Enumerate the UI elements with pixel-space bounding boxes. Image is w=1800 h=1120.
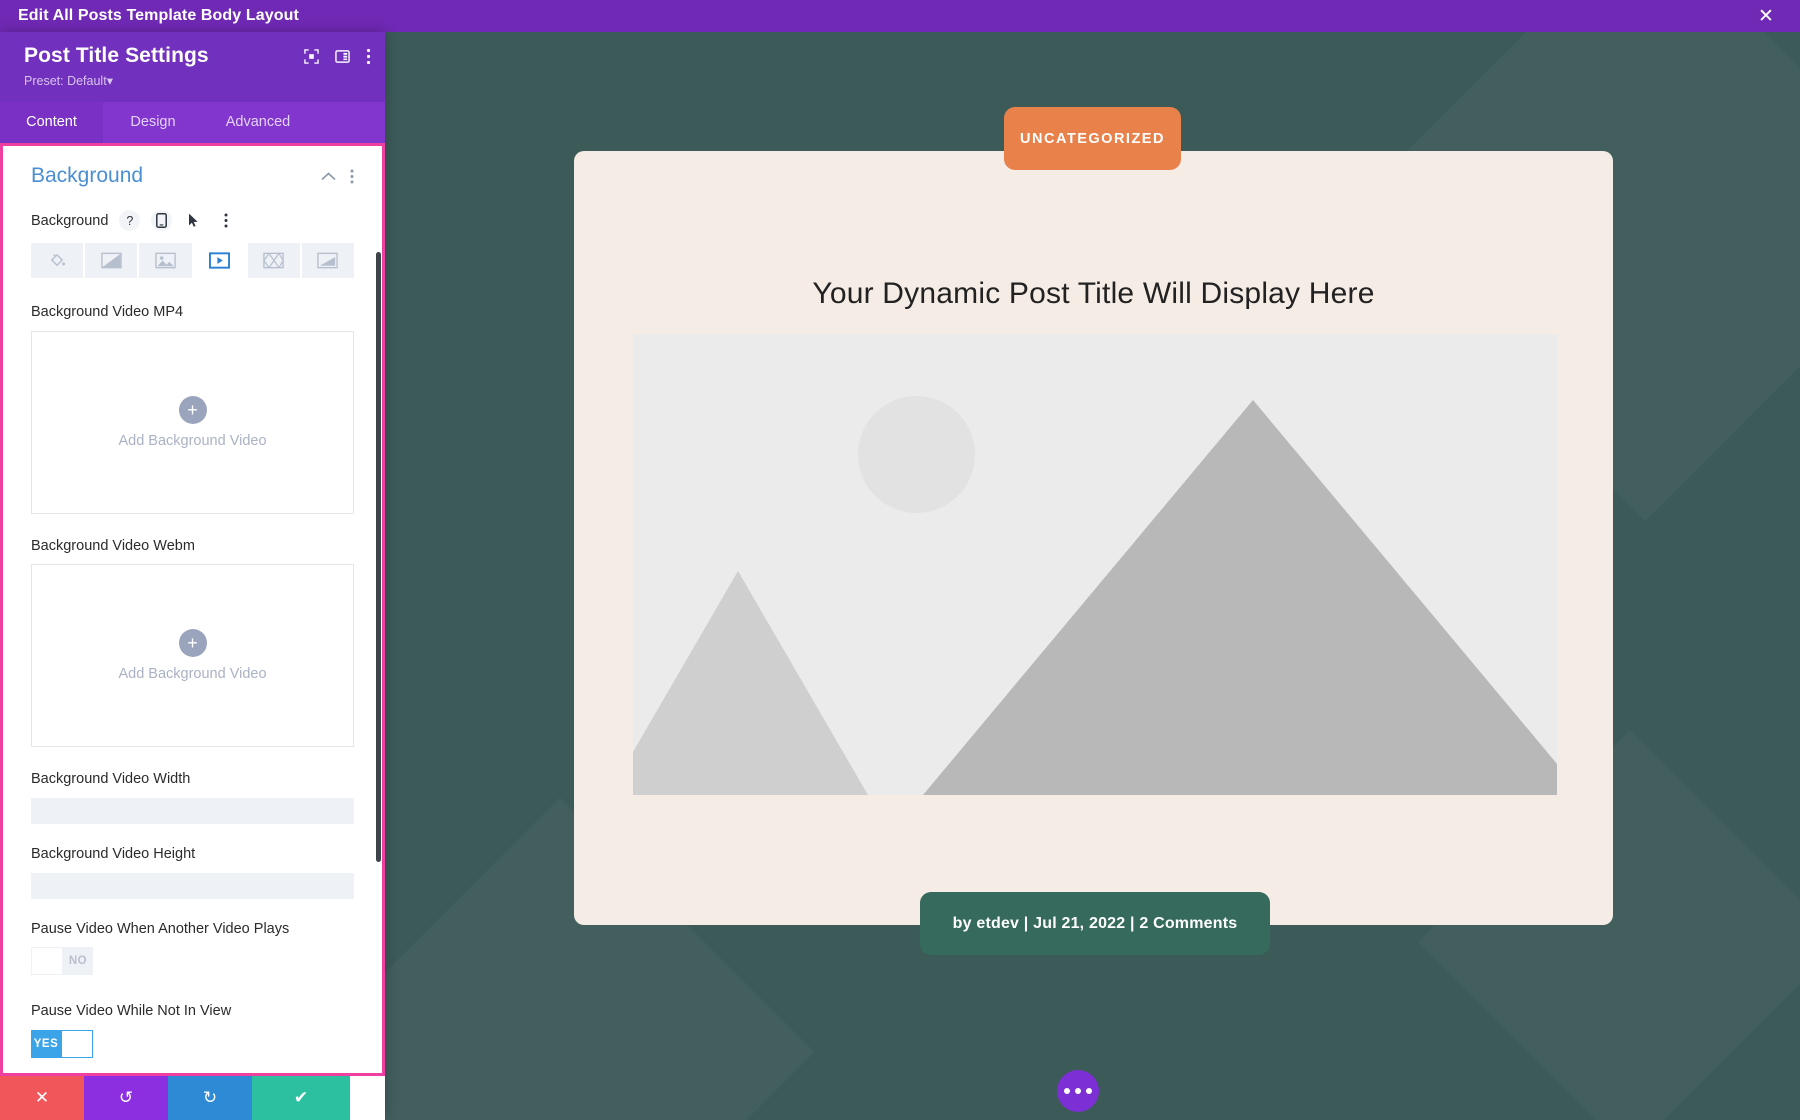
panel-body: Background Background ? Background Video… (0, 143, 385, 1076)
dot-icon (1064, 1088, 1070, 1094)
background-field-label: Background (31, 212, 109, 229)
panel-header-icons (304, 48, 371, 65)
pause-other-video-state: NO (68, 955, 88, 968)
video-width-label: Background Video Width (31, 771, 191, 788)
more-options-icon[interactable] (366, 48, 371, 65)
section-title: Background (31, 164, 144, 187)
pause-not-in-view-state: YES (33, 1038, 59, 1051)
pause-not-in-view-toggle[interactable]: YES (31, 1030, 93, 1059)
focus-frame-icon[interactable] (304, 49, 319, 64)
pause-not-in-view-row: YES (31, 1030, 354, 1059)
bg-type-pattern[interactable] (247, 243, 300, 278)
section-controls (321, 169, 354, 184)
video-width-input[interactable] (31, 798, 354, 825)
video-mp4-label: Background Video MP4 (31, 304, 184, 320)
settings-scroll-area: Background Background ? Background Video… (3, 146, 382, 1073)
save-button[interactable]: ✔ (252, 1076, 350, 1120)
placeholder-mountain-icon (633, 571, 868, 795)
bg-type-mask[interactable] (301, 243, 355, 278)
preset-selector[interactable]: Preset: Default▾ (24, 73, 369, 88)
pause-other-video-toggle[interactable]: NO (31, 947, 93, 976)
panel-tabs: Content Design Advanced (0, 102, 385, 143)
toggle-knob (62, 1031, 92, 1058)
post-meta-badge[interactable]: by etdev | Jul 21, 2022 | 2 Comments (920, 892, 1270, 955)
module-settings-panel: Post Title Settings Preset: Default▾ Con… (0, 32, 385, 1120)
help-icon[interactable]: ? (119, 210, 141, 231)
undo-button[interactable]: ↺ (84, 1076, 168, 1120)
cancel-button[interactable]: ✕ (0, 1076, 84, 1120)
video-webm-upload-label: Add Background Video (118, 666, 267, 683)
video-height-input[interactable] (31, 872, 354, 899)
category-badge[interactable]: UNCATEGORIZED (1004, 107, 1181, 170)
tab-design[interactable]: Design (103, 102, 203, 143)
more-options-fab[interactable] (1057, 1070, 1099, 1112)
bg-type-image[interactable] (139, 243, 192, 278)
toggle-knob (32, 948, 62, 975)
close-editor-button[interactable]: ✕ (1750, 0, 1782, 32)
preset-label: Preset: Default (24, 74, 107, 88)
panel-header: Post Title Settings Preset: Default▾ (0, 32, 385, 102)
editor-top-bar: Edit All Posts Template Body Layout ✕ (0, 0, 1800, 32)
background-type-tabs (31, 243, 355, 278)
video-height-label: Background Video Height (31, 846, 196, 863)
video-webm-label: Background Video Webm (31, 537, 195, 554)
pause-not-in-view-label: Pause Video While Not In View (31, 1003, 232, 1020)
pause-other-video-row: NO (31, 947, 354, 979)
dot-icon (1075, 1088, 1081, 1094)
video-mp4-upload-label: Add Background Video (118, 432, 267, 449)
hover-cursor-icon[interactable] (183, 210, 204, 231)
background-control-row: Background ? (31, 210, 354, 231)
panel-action-bar: ✕ ↺ ↻ ✔ (0, 1076, 385, 1120)
more-options-icon[interactable] (215, 210, 236, 231)
tab-advanced[interactable]: Advanced (203, 102, 313, 143)
redo-button[interactable]: ↻ (168, 1076, 252, 1120)
plus-icon: + (178, 395, 207, 424)
video-webm-upload[interactable]: + Add Background Video (31, 564, 354, 748)
bg-type-gradient[interactable] (85, 243, 138, 278)
chevron-up-icon[interactable] (321, 171, 336, 181)
post-title-text[interactable]: Your Dynamic Post Title Will Display Her… (574, 277, 1613, 311)
dot-icon (1086, 1088, 1092, 1094)
chevron-down-icon: ▾ (106, 74, 113, 88)
editor-title: Edit All Posts Template Body Layout (18, 7, 299, 24)
background-section-header: Background (31, 164, 354, 188)
responsive-icon[interactable] (151, 210, 173, 231)
plus-icon: + (178, 629, 207, 658)
image-placeholder (633, 334, 1557, 795)
panel-scrollbar[interactable] (376, 252, 381, 862)
pause-other-video-label: Pause Video When Another Video Plays (31, 920, 290, 937)
bg-type-color[interactable] (31, 243, 84, 278)
video-mp4-upload[interactable]: + Add Background Video (31, 330, 354, 514)
bg-type-video[interactable] (193, 243, 246, 278)
more-options-icon[interactable] (350, 169, 354, 184)
panel-layout-icon[interactable] (335, 49, 350, 64)
tab-content[interactable]: Content (0, 102, 103, 143)
placeholder-mountain-icon (923, 400, 1557, 795)
